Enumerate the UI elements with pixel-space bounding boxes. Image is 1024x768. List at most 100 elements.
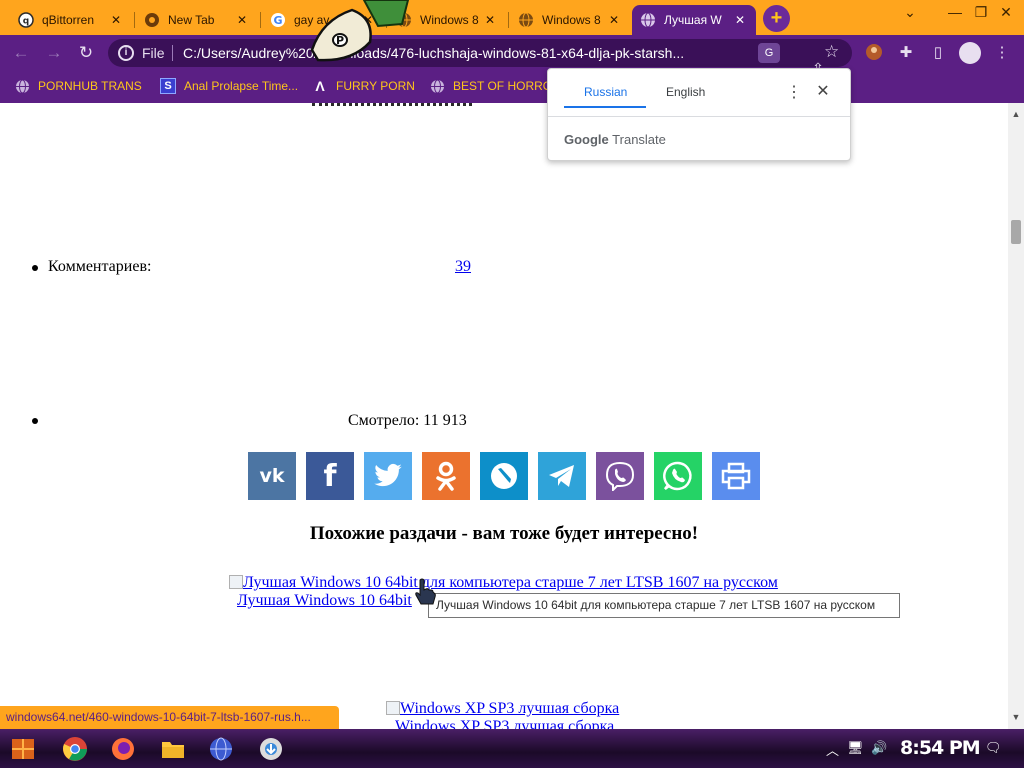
bookmark-item[interactable]: S Anal Prolapse Time... [160, 78, 298, 94]
google-icon: G [270, 12, 286, 28]
svg-text:P: P [336, 34, 344, 47]
share-vk-button[interactable]: vk [248, 452, 296, 500]
list-bullet [32, 418, 38, 424]
maximize-icon[interactable]: ❐ [968, 4, 994, 21]
new-tab-button[interactable]: + [763, 5, 790, 32]
notification-icon[interactable]: 🗨 [985, 740, 1002, 756]
reload-icon[interactable]: ↻ [74, 41, 98, 65]
bookmark-item[interactable]: Λ FURRY PORN [312, 78, 415, 94]
bookmark-item[interactable]: BEST OF HORRO [429, 78, 552, 94]
bookmark-label: FURRY PORN [336, 79, 415, 93]
translate-icon[interactable]: G [758, 43, 780, 63]
vk-icon: vk [259, 465, 285, 487]
browser-toolbar: ← → ↻ i File C:/Users/Audrey%20/Download… [0, 35, 1024, 76]
network-icon[interactable]: 🖥 [847, 740, 864, 756]
share-print-button[interactable] [712, 452, 760, 500]
firefox-icon[interactable] [106, 733, 140, 765]
chevron-down-icon[interactable]: ⌄ [897, 4, 923, 21]
tab-qbittorrent[interactable]: q qBittorren ✕ [10, 5, 132, 35]
bookmark-label: PORNHUB TRANS [38, 79, 142, 93]
installer-icon[interactable] [254, 733, 288, 765]
telegram-plane-icon [547, 463, 577, 489]
tab-strip: q qBittorren ✕ New Tab ✕ G gay av ✕ Wind… [0, 0, 1024, 35]
file-explorer-icon[interactable] [156, 733, 190, 765]
page-scrollbar[interactable]: ▲ ▼ [1008, 103, 1024, 729]
related-image-alt: Windows XP SP3 лучшая сборка [400, 700, 620, 717]
close-icon[interactable]: ✕ [732, 13, 748, 27]
tab-new-tab[interactable]: New Tab ✕ [136, 5, 258, 35]
share-telegram-button[interactable] [538, 452, 586, 500]
back-icon[interactable]: ← [9, 41, 33, 65]
scroll-down-arrow-icon[interactable]: ▼ [1008, 712, 1024, 722]
translate-popup: Russian English ⋮ ✕ Google Translate [547, 68, 851, 161]
minimize-icon[interactable]: — [942, 4, 968, 20]
similar-releases-heading: Похожие раздачи - вам тоже будет интерес… [309, 523, 699, 544]
chrome-icon[interactable] [58, 733, 92, 765]
language-tab-english[interactable]: English [666, 85, 705, 99]
selected-language-indicator [564, 106, 646, 108]
forward-icon[interactable]: → [42, 41, 66, 65]
close-icon[interactable]: ✕ [606, 13, 622, 27]
google-translate-brand: Google Translate [564, 132, 666, 147]
extension-avatar-icon[interactable] [864, 43, 884, 63]
globe-icon [429, 78, 445, 94]
theme-mascot-artwork: P [308, 0, 412, 66]
profile-avatar-icon[interactable] [959, 42, 981, 64]
link-tooltip: Лучшая Windows 10 64bit для компьютера с… [428, 593, 900, 618]
bookmark-item[interactable]: PORNHUB TRANS [14, 78, 142, 94]
tab-windows-8-b[interactable]: Windows 8 ✕ [510, 5, 630, 35]
share-twitter-button[interactable] [364, 452, 412, 500]
globe-icon [14, 78, 30, 94]
extensions-puzzle-icon[interactable]: ✚ [896, 43, 916, 63]
broken-image-icon [386, 701, 400, 715]
scrollbar-thumb[interactable] [1011, 220, 1021, 244]
taskbar-clock[interactable]: 8:54 PM [900, 737, 981, 759]
tab-active-luchshaja[interactable]: Лучшая W ✕ [632, 5, 756, 35]
volume-icon[interactable]: 🔊 [871, 740, 887, 756]
svg-text:G: G [273, 14, 282, 27]
info-icon[interactable]: i [118, 45, 134, 61]
related-caption-link[interactable]: Windows XP SP3 лучшая сборка [395, 718, 614, 729]
related-caption-link[interactable]: Лучшая Windows 10 64bit [237, 592, 412, 610]
close-icon[interactable]: ✕ [814, 81, 832, 101]
scroll-up-arrow-icon[interactable]: ▲ [1008, 109, 1024, 119]
tab-separator [260, 12, 261, 28]
close-icon[interactable]: ✕ [234, 13, 250, 27]
side-panel-icon[interactable]: ▯ [928, 43, 948, 63]
comments-count-link[interactable]: 39 [455, 258, 471, 276]
close-window-icon[interactable]: ✕ [993, 4, 1019, 21]
bookmarks-bar: PORNHUB TRANS S Anal Prolapse Time... Λ … [0, 71, 1024, 103]
related-image-link[interactable]: Windows XP SP3 лучшая сборка [386, 700, 619, 718]
qbittorrent-icon: q [18, 12, 34, 28]
tab-separator [134, 12, 135, 28]
menu-kebab-icon[interactable]: ⋮ [992, 43, 1012, 63]
svg-text:q: q [23, 17, 29, 27]
globe-icon [640, 12, 656, 28]
tab-title: qBittorren [42, 13, 95, 27]
share-facebook-button[interactable]: f [306, 452, 354, 500]
popup-divider [548, 116, 850, 117]
language-tab-russian[interactable]: Russian [584, 85, 627, 99]
tray-chevron-icon[interactable]: ︿ [826, 740, 839, 759]
tab-title: New Tab [168, 13, 215, 27]
tab-title: Windows 8 [542, 13, 601, 27]
url-text[interactable]: C:/Users/Audrey%20/Downloads/476-luchsha… [183, 45, 753, 61]
brand-google: Google [564, 132, 609, 147]
tab-title: Windows 8 [420, 13, 479, 27]
viber-phone-icon [605, 461, 635, 491]
share-whatsapp-button[interactable] [654, 452, 702, 500]
close-icon[interactable]: ✕ [482, 13, 498, 27]
related-image-link[interactable]: Лучшая Windows 10 64bit для компьютера с… [229, 574, 778, 592]
share-livejournal-button[interactable] [480, 452, 528, 500]
share-viber-button[interactable] [596, 452, 644, 500]
close-icon[interactable]: ✕ [108, 13, 124, 27]
start-icon[interactable] [6, 733, 40, 765]
list-bullet [32, 265, 38, 271]
web-page-content: Комментариев: 39 Смотрело: 11 913 vk f П… [0, 103, 1008, 729]
share-odnoklassniki-button[interactable] [422, 452, 470, 500]
more-options-icon[interactable]: ⋮ [786, 82, 802, 102]
address-bar[interactable]: i File C:/Users/Audrey%20/Downloads/476-… [108, 39, 852, 76]
network-globe-icon[interactable] [204, 733, 238, 765]
status-url-bubble: windows64.net/460-windows-10-64bit-7-lts… [0, 706, 339, 729]
bookmark-star-icon[interactable]: ☆ [824, 42, 839, 62]
